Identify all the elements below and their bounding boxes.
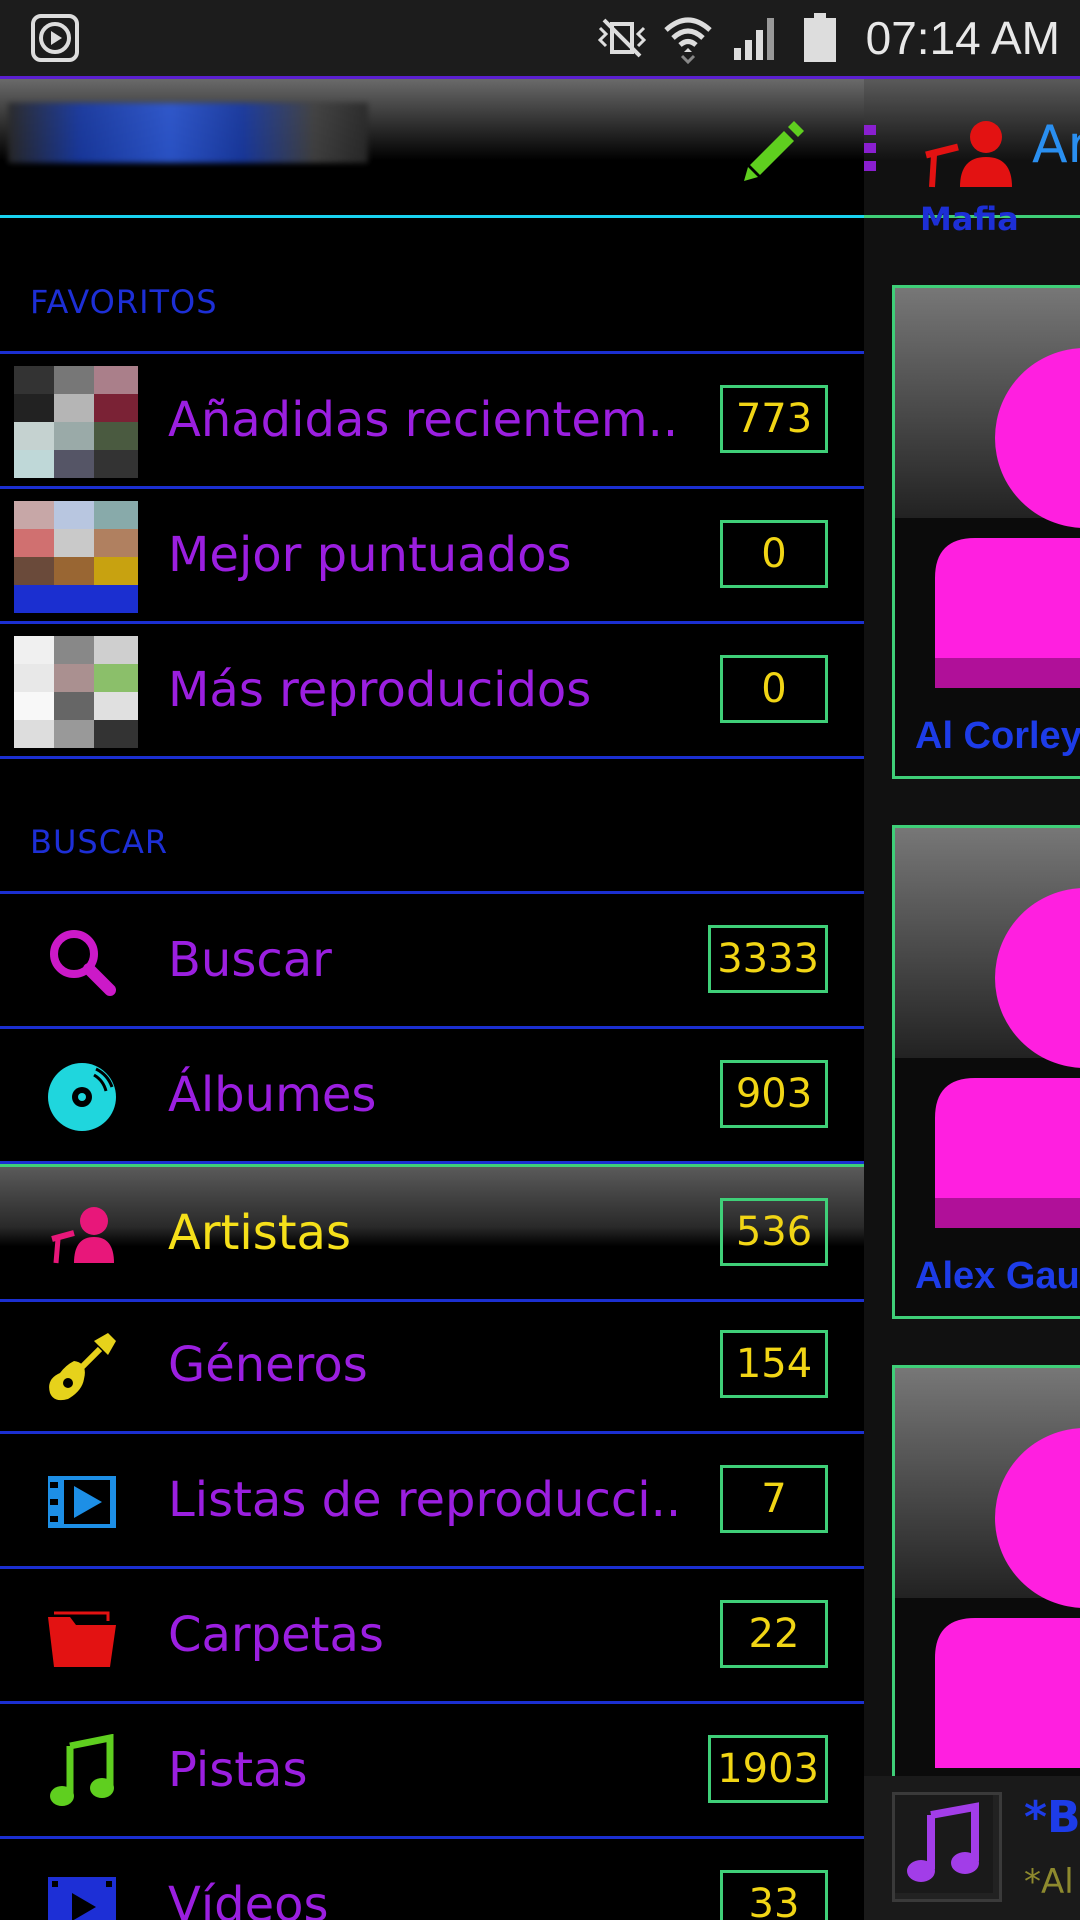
item-count-badge: 0: [720, 520, 828, 588]
now-playing-art: [892, 1792, 1002, 1902]
section-label-browse: BUSCAR: [30, 823, 169, 861]
drawer-header: [0, 79, 864, 218]
drawer-item-label: Carpetas: [168, 1607, 384, 1663]
drawer-item-search[interactable]: Buscar 3333: [0, 894, 864, 1029]
album-art-thumbnail: [14, 366, 138, 478]
artist-name-partial: Mafia: [920, 200, 1019, 238]
artist-icon: [925, 121, 1012, 188]
drawer-item-top-rated[interactable]: Mejor puntuados 0: [0, 489, 864, 624]
drawer-item-label: Vídeos: [168, 1877, 329, 1920]
drawer-item-label: Mejor puntuados: [168, 527, 572, 583]
drawer-item-recently-added[interactable]: Añadidas recientem.. 773: [0, 354, 864, 489]
drawer-item-label: Pistas: [168, 1742, 308, 1798]
drawer-item-most-played[interactable]: Más reproducidos 0: [0, 624, 864, 759]
drawer-item-artists[interactable]: Artistas 536: [0, 1164, 864, 1302]
now-playing-artist: *Al: [1024, 1862, 1074, 1902]
screen-title: Ar: [1032, 115, 1080, 175]
artist-card[interactable]: Al Corley: [892, 285, 1080, 779]
item-count-badge: 3333: [708, 925, 828, 993]
artist-placeholder-icon: [935, 1428, 1080, 1768]
now-playing-title: *B: [1024, 1792, 1080, 1843]
folder-icon: [48, 1611, 116, 1667]
artist-card-name: Alex Gau: [915, 1255, 1080, 1297]
signal-icon: [728, 12, 780, 64]
pencil-icon[interactable]: [740, 117, 806, 183]
item-count-badge: 903: [720, 1060, 828, 1128]
drawer-item-label: Listas de reproducci..: [168, 1472, 682, 1528]
guitar-icon: [49, 1333, 116, 1401]
drawer-item-label: Añadidas recientem..: [168, 392, 679, 448]
drawer-item-label: Géneros: [168, 1337, 368, 1393]
drawer-item-label: Álbumes: [168, 1067, 377, 1123]
artist-card[interactable]: Alex Gau: [892, 825, 1080, 1319]
album-art-thumbnail: [14, 501, 138, 613]
wifi-icon: [662, 12, 714, 64]
item-count-badge: 773: [720, 385, 828, 453]
video-icon: [48, 1877, 116, 1920]
status-bar: 07:14 AM: [0, 0, 1080, 79]
drawer-item-genres[interactable]: Géneros 154: [0, 1299, 864, 1434]
item-count-badge: 22: [720, 1600, 828, 1668]
media-icon: [31, 14, 79, 62]
artists-screen-peek: Ar Mafia Al Corley Alex Gau: [864, 79, 1080, 1920]
clock: 07:14 AM: [865, 12, 1060, 64]
navigation-drawer: FAVORITOS Añadidas recientem.. 773 Mejor…: [0, 79, 864, 1920]
battery-icon: [794, 12, 846, 64]
item-count-badge: 0: [720, 655, 828, 723]
overflow-menu-icon[interactable]: [864, 123, 876, 173]
album-art-thumbnail: [14, 636, 138, 748]
search-icon: [50, 930, 116, 996]
drawer-item-label: Artistas: [168, 1205, 351, 1261]
account-name-blurred: [8, 103, 368, 163]
drawer-item-videos[interactable]: Vídeos 33: [0, 1839, 864, 1920]
mute-vibrate-icon: [596, 12, 648, 64]
drawer-item-playlists[interactable]: Listas de reproducci.. 7: [0, 1434, 864, 1569]
disc-icon: [48, 1063, 116, 1131]
item-count-badge: 1903: [708, 1735, 828, 1803]
drawer-item-label: Más reproducidos: [168, 662, 592, 718]
music-note-icon: [895, 1795, 993, 1893]
item-count-badge: 7: [720, 1465, 828, 1533]
artist-placeholder-icon: [935, 888, 1080, 1228]
drawer-item-label: Buscar: [168, 932, 332, 988]
artist-icon: [51, 1207, 114, 1264]
drawer-item-tracks[interactable]: Pistas 1903: [0, 1704, 864, 1839]
playlist-icon: [48, 1476, 116, 1528]
drawer-item-folders[interactable]: Carpetas 22: [0, 1569, 864, 1704]
artist-placeholder-icon: [935, 348, 1080, 688]
now-playing-bar[interactable]: *B *Al: [864, 1776, 1080, 1920]
artists-toolbar: Ar: [864, 79, 1080, 218]
item-count-badge: 154: [720, 1330, 828, 1398]
drawer-item-albums[interactable]: Álbumes 903: [0, 1029, 864, 1164]
artist-card-name: Al Corley: [915, 715, 1080, 757]
music-note-icon: [50, 1734, 114, 1806]
item-count-badge: 536: [720, 1198, 828, 1266]
item-count-badge: 33: [720, 1870, 828, 1920]
section-label-favorites: FAVORITOS: [30, 283, 218, 321]
